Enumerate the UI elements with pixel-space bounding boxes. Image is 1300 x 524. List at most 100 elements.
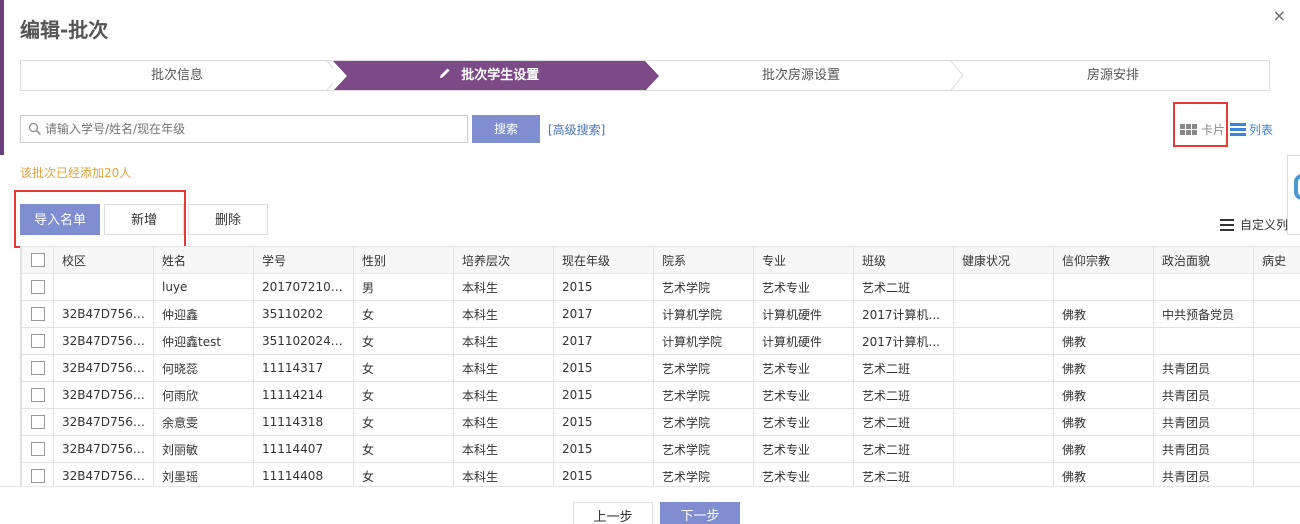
table-row[interactable]: 32B47D756F... 余意雯 11114318 女本科生 2015 艺术学院 艺术专业… [21,408,1300,436]
table-row[interactable]: 32B47D756F... 仲迎鑫 35110202 女本科生 2017 计算机学院 计算机… [21,300,1300,328]
table-cell [953,435,1054,463]
table-row[interactable]: 32B47D756F... 刘墨瑶 11114408 女本科生 2015 艺术学院 艺术专业… [21,462,1300,486]
search-icon [28,122,42,136]
table-cell: 35110202 [253,300,354,328]
table-cell [1053,273,1154,301]
step-batch-students[interactable]: 批次学生设置 [333,61,659,91]
table-cell [1153,327,1254,355]
table-cell: 2017 [553,300,654,328]
table-cell: 女 [353,381,454,409]
select-all-cell[interactable] [21,246,54,274]
row-select-cell[interactable] [21,300,54,328]
table-cell: 共青团员 [1153,354,1254,382]
table-cell [1253,381,1300,409]
custom-columns-label: 自定义列 [1240,218,1289,232]
prev-step-button[interactable]: 上一步 [573,502,653,524]
table-row[interactable]: 32B47D756F... 何雨欣 11114214 女本科生 2015 艺术学院 艺术专业… [21,381,1300,409]
search-box [20,115,468,143]
table-cell: 计算机学院 [653,300,754,328]
row-select-cell[interactable] [21,462,54,486]
table-row[interactable]: luye 20170721001 男本科生 2015 艺术学院 艺术专业 艺术二班 [21,273,1300,301]
table-cell: 11114214 [253,381,354,409]
side-panel-tab[interactable] [1287,155,1300,235]
table-cell: 2015 [553,462,654,486]
row-select-cell[interactable] [21,435,54,463]
delete-button[interactable]: 删除 [188,204,268,235]
search-button[interactable]: 搜索 [472,115,540,143]
column-header[interactable]: 病史 [1253,246,1300,274]
table-cell: 3511020241... [253,327,354,355]
row-select-cell[interactable] [21,408,54,436]
column-header[interactable]: 性别 [353,246,454,274]
table-cell: 艺术专业 [753,435,854,463]
table-cell [1153,273,1254,301]
row-select-cell[interactable] [21,273,54,301]
table-row[interactable]: 32B47D756F... 何晓蕊 11114317 女本科生 2015 艺术学院 艺术专业… [21,354,1300,382]
add-button[interactable]: 新增 [104,204,184,235]
table-cell: 何雨欣 [153,381,254,409]
wizard-steps: 批次信息 批次学生设置 批次房源设置 房源安排 [20,60,1270,91]
column-header[interactable]: 姓名 [153,246,254,274]
table-cell: 佛教 [1053,354,1154,382]
row-checkbox[interactable] [30,334,45,348]
import-list-button[interactable]: 导入名单 [20,204,100,235]
table-cell: 艺术专业 [753,408,854,436]
table-cell: 艺术二班 [853,408,954,436]
table-row[interactable]: 32B47D756F... 仲迎鑫test 3511020241... 女本科生 201… [21,327,1300,355]
column-header[interactable]: 培养层次 [453,246,554,274]
column-header[interactable]: 信仰宗教 [1053,246,1154,274]
column-header[interactable]: 班级 [853,246,954,274]
row-checkbox[interactable] [30,415,45,429]
table-cell [953,273,1054,301]
row-checkbox[interactable] [30,388,45,402]
custom-columns-button[interactable]: 自定义列 [1220,216,1288,233]
table-cell: 仲迎鑫test [153,327,254,355]
row-checkbox[interactable] [30,280,45,294]
column-header[interactable]: 政治面貌 [1153,246,1254,274]
table-row[interactable]: 32B47D756F... 刘丽敏 11114407 女本科生 2015 艺术学院 艺术专业… [21,435,1300,463]
table-cell: 计算机硬件 [753,327,854,355]
help-icon [1294,174,1300,200]
column-header[interactable]: 校区 [53,246,154,274]
close-icon[interactable]: × [1273,6,1286,25]
table-cell: 32B47D756F... [53,354,154,382]
table-cell: 艺术学院 [653,273,754,301]
select-all-checkbox[interactable] [30,253,45,267]
view-card-toggle[interactable]: 卡片 [1180,121,1225,138]
row-checkbox[interactable] [30,469,45,483]
table-cell [953,381,1054,409]
row-checkbox[interactable] [30,307,45,321]
table-cell: 共青团员 [1153,462,1254,486]
table-cell: 2017计算机... [853,327,954,355]
table-cell: 佛教 [1053,462,1154,486]
table-cell: 刘丽敏 [153,435,254,463]
table-cell: 32B47D756F... [53,300,154,328]
table-cell [1253,408,1300,436]
table-cell: 32B47D756F... [53,435,154,463]
table-cell: 艺术专业 [753,462,854,486]
column-header[interactable]: 专业 [753,246,854,274]
step-batch-housing[interactable]: 批次房源设置 [645,61,964,90]
advanced-search-link[interactable]: [高级搜索] [548,121,605,138]
table-cell: 艺术二班 [853,354,954,382]
row-checkbox[interactable] [30,361,45,375]
table-cell: 2017计算机... [853,300,954,328]
step-batch-info[interactable]: 批次信息 [21,61,340,90]
table-cell: 11114317 [253,354,354,382]
step-housing-arrangement[interactable]: 房源安排 [957,61,1269,90]
table-cell: 艺术专业 [753,273,854,301]
next-step-button[interactable]: 下一步 [660,502,740,524]
table-cell: 艺术专业 [753,354,854,382]
row-select-cell[interactable] [21,354,54,382]
row-select-cell[interactable] [21,381,54,409]
view-list-toggle[interactable]: 列表 [1230,121,1273,138]
search-input[interactable] [45,116,465,142]
row-checkbox[interactable] [30,442,45,456]
column-header[interactable]: 健康状况 [953,246,1054,274]
column-header[interactable]: 现在年级 [553,246,654,274]
column-header[interactable]: 学号 [253,246,354,274]
table-cell: 女 [353,300,454,328]
footer-divider [0,486,1300,487]
row-select-cell[interactable] [21,327,54,355]
column-header[interactable]: 院系 [653,246,754,274]
